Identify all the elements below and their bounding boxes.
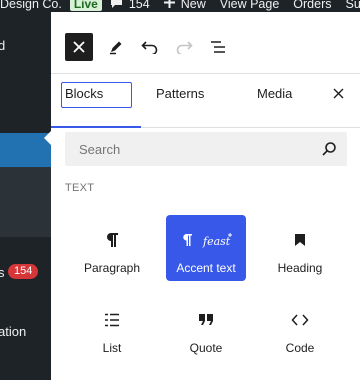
block-label: Paragraph: [83, 261, 141, 275]
redo-icon: [176, 41, 193, 54]
sidebar-submenu: [0, 167, 51, 237]
comment-icon: [110, 0, 123, 12]
accent-text-icon: feast: [176, 225, 236, 255]
block-inserter-panel: Blocks Patterns Media TEXT Paragraph fea…: [51, 12, 360, 380]
tools-button[interactable]: [102, 33, 130, 61]
admin-sidebar: d s 154 ation: [0, 12, 51, 380]
close-icon: [73, 41, 85, 53]
undo-button[interactable]: [136, 33, 164, 61]
feast-logo: feast: [202, 235, 231, 248]
search-input[interactable]: [65, 132, 315, 166]
block-heading[interactable]: Heading: [260, 215, 340, 281]
list-icon: [104, 305, 120, 335]
editor-toolbar: [51, 12, 360, 74]
new-link[interactable]: New: [163, 0, 206, 11]
bookmark-icon: [294, 225, 306, 255]
code-icon: [291, 305, 309, 335]
block-search: [65, 132, 347, 166]
pencil-icon: [110, 41, 122, 55]
active-tab-indicator: [51, 126, 141, 128]
redo-button[interactable]: [170, 33, 198, 61]
block-label: Quote: [189, 341, 223, 355]
block-code[interactable]: Code: [260, 295, 340, 361]
block-label: Accent text: [176, 261, 236, 275]
search-icon[interactable]: [321, 141, 337, 162]
list-view-icon: [211, 41, 225, 53]
tab-media[interactable]: Media: [257, 66, 292, 120]
block-quote[interactable]: Quote: [166, 295, 246, 361]
sidebar-item-ation[interactable]: ation: [0, 324, 26, 339]
block-label: Heading: [277, 261, 323, 275]
paragraph-icon: [105, 225, 119, 255]
close-tabs-button[interactable]: [333, 66, 344, 120]
orders-link[interactable]: Orders: [293, 0, 331, 11]
site-name-link[interactable]: Design Co.: [0, 0, 62, 11]
block-accent-text[interactable]: feast Accent text: [166, 215, 246, 281]
tab-blocks[interactable]: Blocks: [65, 66, 103, 120]
close-inserter-button[interactable]: [65, 33, 93, 61]
plus-icon: [163, 0, 175, 11]
close-icon: [333, 88, 344, 98]
tab-patterns[interactable]: Patterns: [156, 66, 204, 120]
quote-icon: [198, 305, 214, 335]
sidebar-item-d[interactable]: d: [0, 38, 5, 53]
admin-bar: Design Co. Live 154 New View Page Orders…: [0, 0, 360, 12]
comments-link[interactable]: 154: [110, 0, 150, 12]
block-paragraph[interactable]: Paragraph: [72, 215, 152, 281]
block-label: List: [102, 341, 122, 355]
new-label: New: [180, 0, 206, 11]
sidebar-item-s[interactable]: s: [0, 265, 5, 280]
comments-count: 154: [128, 0, 150, 11]
block-list[interactable]: List: [72, 295, 152, 361]
view-page-link[interactable]: View Page: [220, 0, 280, 11]
overflow-link[interactable]: Sub: [345, 0, 360, 11]
sidebar-badge: 154: [8, 264, 39, 279]
live-badge: Live: [69, 0, 102, 11]
inserter-tabs: Blocks Patterns Media: [51, 74, 360, 128]
document-overview-button[interactable]: [204, 33, 232, 61]
section-label-text: TEXT: [65, 182, 95, 194]
block-label: Code: [285, 341, 315, 355]
undo-icon: [141, 41, 158, 54]
